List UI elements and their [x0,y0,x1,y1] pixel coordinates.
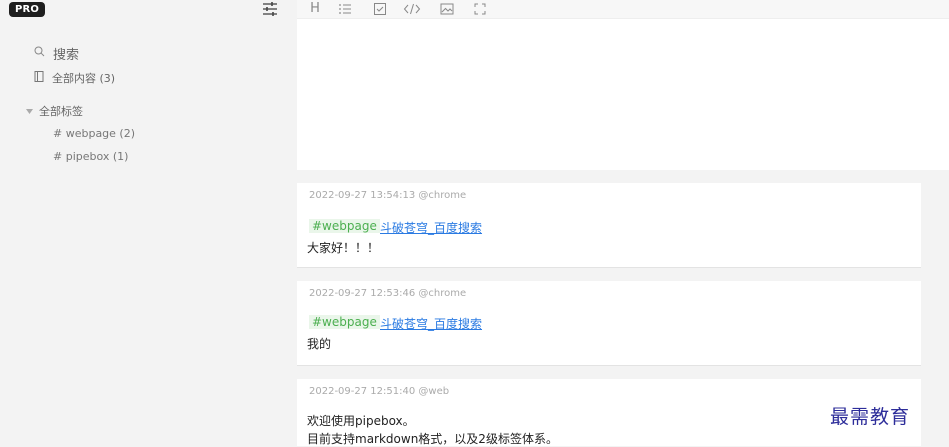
note-link[interactable]: 斗破苍穹_百度搜索 [380,219,482,236]
sidebar-item-label: 搜索 [53,48,80,63]
note-card: 2022-09-27 12:51:40 @web 欢迎使用pipebox。 目前… [297,379,921,446]
note-meta: 2022-09-27 12:51:40 @web [309,386,450,397]
caret-down-icon [26,105,33,118]
editor-toolbar: H [297,0,949,19]
note-text: 目前支持markdown格式，以及2级标签体系。 [307,432,558,446]
note-card: 2022-09-27 12:53:46 @chrome #webpage 斗破苍… [297,281,921,366]
checkbox-icon[interactable] [372,1,388,17]
sidebar-item-label: 全部内容 (3) [52,72,116,85]
note-card: 2022-09-27 13:54:13 @chrome #webpage 斗破苍… [297,183,921,268]
search-icon [34,46,45,61]
sidebar-item-all[interactable]: 全部内容 (3) [34,70,115,86]
note-text: 我的 [307,337,332,351]
note-tag[interactable]: #webpage [309,315,380,329]
sidebar: PRO 搜索 全部内容 (3) 全部标签 # webpage (2) # pip… [0,0,290,446]
code-icon[interactable] [403,1,421,17]
sidebar-item-search[interactable]: 搜索 [34,44,79,63]
sidebar-item-tag-webpage[interactable]: # webpage (2) [53,127,135,140]
note-meta: 2022-09-27 12:53:46 @chrome [309,288,467,299]
editor-textarea[interactable] [297,19,949,170]
sidebar-item-tag-pipebox[interactable]: # pipebox (1) [53,150,128,163]
watermark-text: 最需教育 [830,406,911,428]
note-text: 大家好！！！ [307,241,380,255]
note-meta: 2022-09-27 13:54:13 @chrome [309,190,467,201]
list-icon[interactable] [337,1,353,17]
note-text: 欢迎使用pipebox。 [307,414,415,428]
image-icon[interactable] [439,1,455,17]
note-link[interactable]: 斗破苍穹_百度搜索 [380,315,482,332]
sliders-icon[interactable] [260,0,280,18]
heading-icon[interactable]: H [307,1,323,17]
fullscreen-icon[interactable] [472,1,488,17]
pro-badge: PRO [9,2,46,17]
note-editor: H [297,0,949,170]
sidebar-item-label: 全部标签 [39,105,83,118]
note-tag[interactable]: #webpage [309,219,380,233]
sidebar-tags-header[interactable]: 全部标签 [26,103,83,119]
notebook-icon [34,71,44,85]
